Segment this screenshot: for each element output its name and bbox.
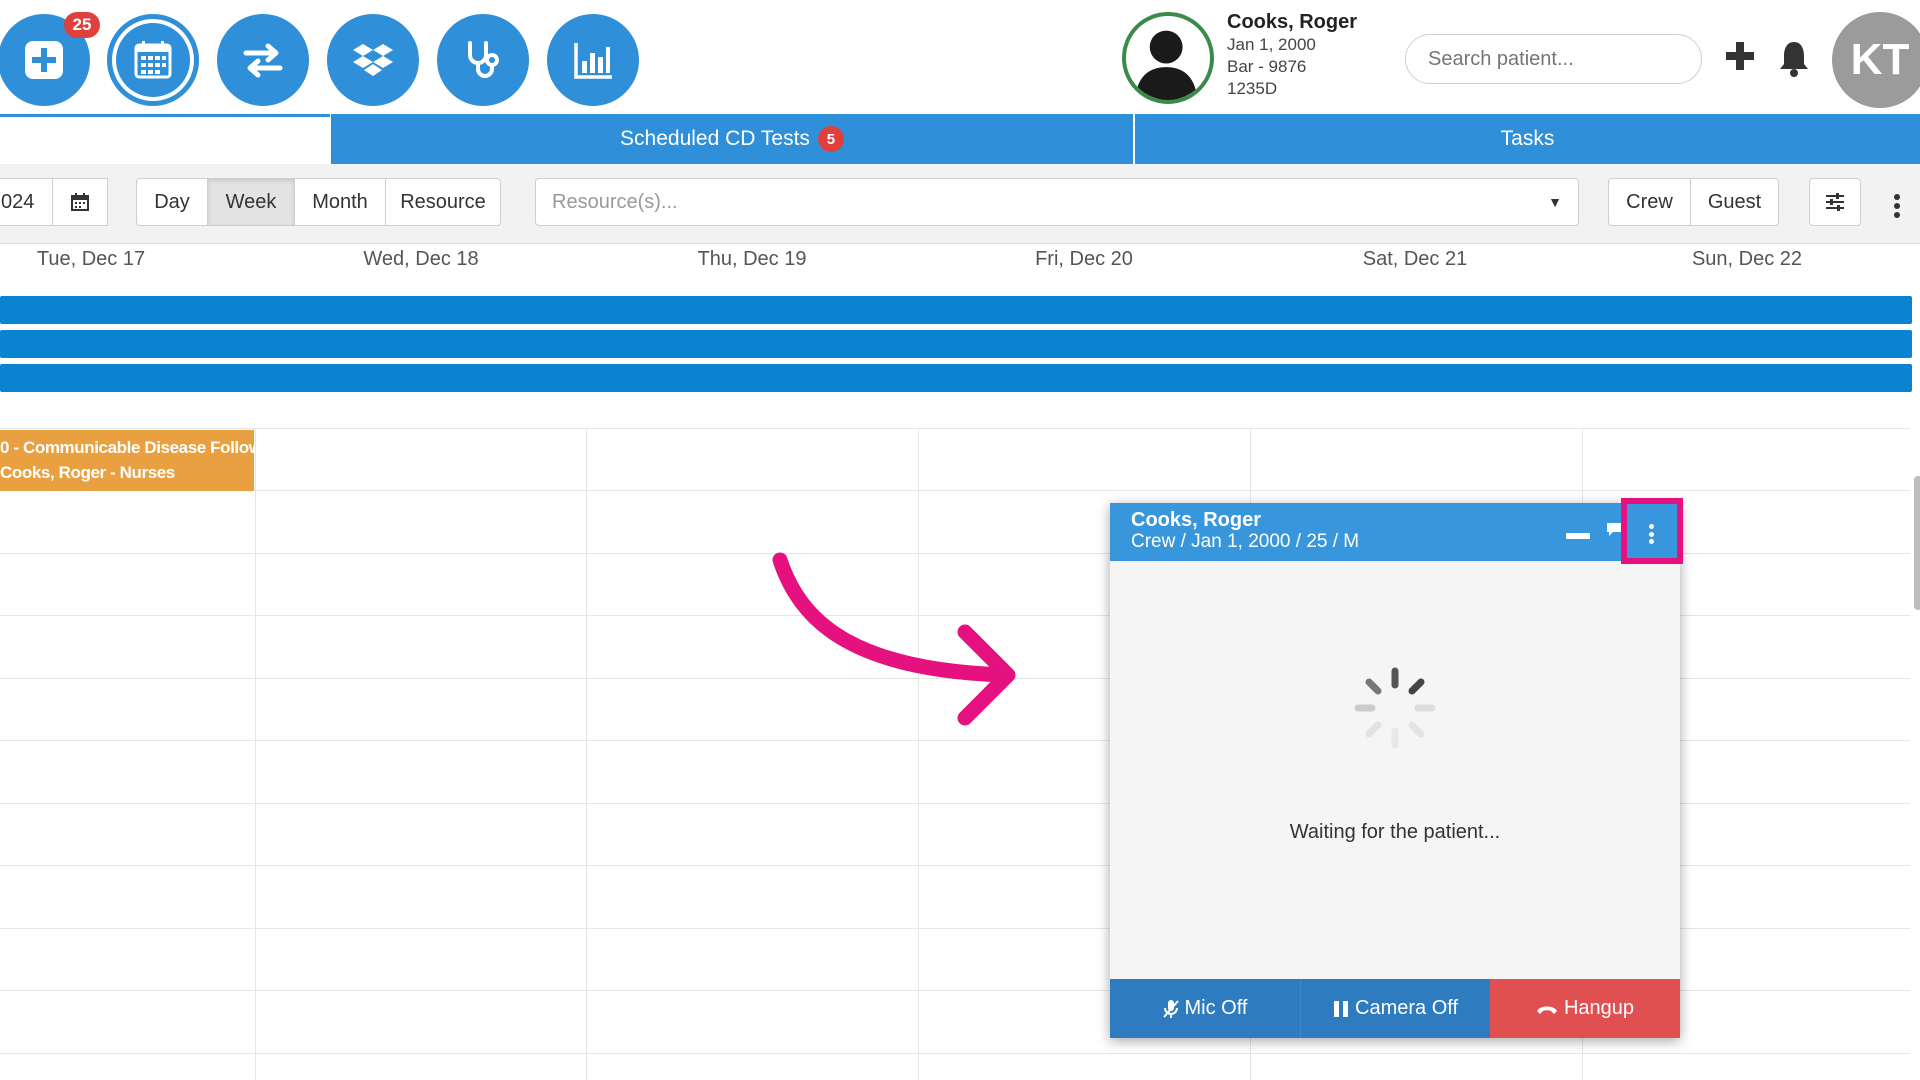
more-options-icon[interactable]	[1892, 194, 1902, 218]
tab-tasks[interactable]: Tasks	[1135, 114, 1920, 164]
day-headers: Tue, Dec 17 Wed, Dec 18 Thu, Dec 19 Fri,…	[0, 244, 1920, 288]
day-header: Tue, Dec 17	[36, 248, 146, 270]
person-silhouette-icon	[1135, 30, 1198, 100]
settings-sliders-button[interactable]	[1809, 178, 1861, 226]
tab-bar: Scheduled CD Tests 5 Tasks	[0, 114, 1920, 164]
hangup-button[interactable]: Hangup	[1490, 979, 1680, 1038]
camera-off-button[interactable]: Camera Off	[1300, 979, 1490, 1038]
date-picker-button[interactable]	[52, 178, 108, 226]
patient-summary: Cooks, Roger Jan 1, 2000 Bar - 9876 1235…	[1227, 10, 1387, 100]
event-subtitle: Cooks, Roger - Nurses	[0, 463, 175, 482]
resource-placeholder: Resource(s)...	[552, 190, 678, 213]
scrollbar[interactable]	[1914, 476, 1920, 610]
tab-active-area[interactable]	[0, 114, 330, 164]
tab-scheduled-cd-tests[interactable]: Scheduled CD Tests 5	[331, 114, 1133, 164]
more-vertical-icon	[1649, 524, 1655, 544]
sliders-icon	[1826, 193, 1844, 211]
calendar-toolbar: 024 Day Week Month Resource Resource(s).…	[0, 164, 1920, 244]
day-header: Sun, Dec 22	[1691, 248, 1803, 270]
crew-filter-button[interactable]: Crew	[1608, 178, 1691, 226]
patient-photo[interactable]	[1122, 12, 1214, 104]
calendar-icon	[134, 41, 172, 79]
tab-label: Scheduled CD Tests	[620, 127, 810, 150]
dropbox-button[interactable]	[327, 14, 419, 106]
phone-hangup-icon	[1536, 1006, 1557, 1014]
annotation-arrow-icon	[772, 552, 1016, 726]
popup-header[interactable]: Cooks, Roger Crew / Jan 1, 2000 / 25 / M	[1110, 498, 1683, 564]
add-patient-button[interactable]: 25	[0, 12, 100, 106]
all-day-event[interactable]	[0, 330, 1912, 358]
hangup-label: Hangup	[1563, 997, 1635, 1019]
transfer-icon	[243, 43, 283, 78]
patient-dob: Jan 1, 2000	[1227, 35, 1316, 54]
popup-title: Cooks, Roger	[1131, 509, 1262, 531]
bell-icon[interactable]	[1776, 38, 1812, 78]
mic-off-label: Mic Off	[1184, 997, 1248, 1019]
tab-badge: 5	[817, 126, 844, 152]
day-header: Fri, Dec 20	[1035, 248, 1133, 270]
minimize-icon[interactable]	[1566, 533, 1590, 539]
resource-select[interactable]: Resource(s)... ▼	[535, 178, 1579, 226]
view-day-button[interactable]: Day	[136, 178, 208, 226]
day-header: Wed, Dec 18	[363, 248, 479, 270]
chevron-down-icon: ▼	[1548, 194, 1562, 210]
user-avatar[interactable]: KT	[1832, 12, 1920, 108]
reports-button[interactable]	[547, 14, 639, 106]
view-month-button[interactable]: Month	[294, 178, 386, 226]
patient-search[interactable]	[1405, 34, 1702, 84]
mic-off-button[interactable]: Mic Off	[1110, 979, 1300, 1038]
transfer-button[interactable]	[217, 14, 309, 106]
call-controls: Mic Off Camera Off Hangup	[1110, 979, 1680, 1038]
mic-off-icon	[1162, 999, 1179, 1018]
bar-chart-icon	[574, 43, 612, 79]
stethoscope-icon	[468, 41, 499, 78]
top-bar: 25 Cooks, Roger Jan 1, 2000 Bar - 9876 1…	[0, 0, 1920, 116]
add-icon[interactable]	[1722, 36, 1758, 76]
popup-menu-button[interactable]	[1621, 498, 1683, 564]
date-input[interactable]: 024	[0, 178, 53, 226]
patient-bar: Bar - 9876	[1227, 57, 1307, 76]
all-day-event[interactable]	[0, 296, 1912, 324]
calendar-event[interactable]: 0 - Communicable Disease Follow Cooks, R…	[0, 430, 254, 491]
waiting-status: Waiting for the patient...	[1289, 821, 1501, 843]
all-day-event[interactable]	[0, 364, 1912, 392]
calendar-small-icon	[71, 193, 89, 211]
view-resource-button[interactable]: Resource	[385, 178, 501, 226]
day-header: Sat, Dec 21	[1362, 248, 1468, 270]
popup-subtitle: Crew / Jan 1, 2000 / 25 / M	[1131, 531, 1360, 552]
pause-icon	[1334, 1000, 1348, 1017]
dropbox-icon	[353, 44, 393, 76]
loading-spinner-icon	[1354, 667, 1436, 749]
tab-label: Tasks	[1500, 127, 1555, 150]
plus-square-icon	[25, 41, 63, 79]
notification-badge: 25	[64, 12, 100, 38]
video-call-popup: Cooks, Roger Crew / Jan 1, 2000 / 25 / M…	[1110, 498, 1683, 1038]
search-input[interactable]	[1428, 47, 1693, 71]
day-header: Thu, Dec 19	[697, 248, 807, 270]
patient-name[interactable]: Cooks, Roger	[1227, 10, 1387, 34]
guest-filter-button[interactable]: Guest	[1690, 178, 1779, 226]
stethoscope-button[interactable]	[437, 14, 529, 106]
view-week-button[interactable]: Week	[207, 178, 295, 226]
calendar-button[interactable]	[107, 14, 199, 106]
camera-off-label: Camera Off	[1355, 997, 1458, 1019]
event-title: 0 - Communicable Disease Follow	[0, 438, 254, 457]
patient-code: 1235D	[1227, 79, 1278, 98]
